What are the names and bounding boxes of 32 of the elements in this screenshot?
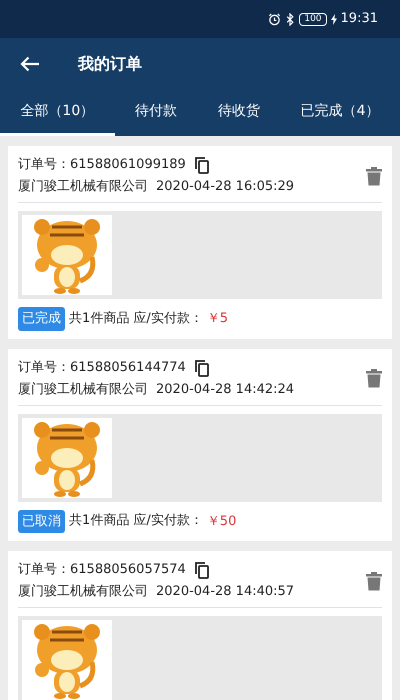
order-price: ￥5 xyxy=(206,310,228,328)
company-name: 厦门骏工机械有限公司 xyxy=(18,583,148,601)
copy-icon[interactable] xyxy=(194,358,210,376)
status-badge: 已取消 xyxy=(18,510,65,533)
order-summary: 共1件商品 应/实付款： xyxy=(69,512,203,530)
order-price: ￥50 xyxy=(206,512,236,530)
tab[interactable]: 全部（10） xyxy=(0,90,115,136)
trash-icon[interactable] xyxy=(366,369,382,388)
status-badge: 已完成 xyxy=(18,307,65,330)
copy-icon[interactable] xyxy=(194,156,210,174)
company-name: 厦门骏工机械有限公司 xyxy=(18,178,148,196)
order-number: 订单号：61588061099189 xyxy=(18,156,186,174)
page-title: 我的订单 xyxy=(78,53,142,75)
copy-icon[interactable] xyxy=(194,561,210,579)
order-time: 2020-04-28 14:42:24 xyxy=(156,380,294,398)
tab[interactable]: 待付款 xyxy=(114,90,198,136)
order-summary: 共1件商品 应/实付款： xyxy=(69,310,203,328)
back-icon[interactable] xyxy=(20,56,40,72)
order-time: 2020-04-28 14:40:57 xyxy=(156,583,294,601)
charging-icon xyxy=(330,14,337,24)
bluetooth-icon xyxy=(285,12,296,26)
company-name: 厦门骏工机械有限公司 xyxy=(18,380,148,398)
order-number: 订单号：61588056057574 xyxy=(18,561,186,579)
order-time: 2020-04-28 16:05:29 xyxy=(156,178,294,196)
time-text: 19:31 xyxy=(340,10,378,28)
trash-icon[interactable] xyxy=(366,572,382,590)
trash-icon[interactable] xyxy=(366,166,382,186)
tab[interactable]: 已完成（4） xyxy=(280,90,400,136)
tab[interactable]: 待收货 xyxy=(197,90,280,136)
battery-icon: 100 xyxy=(299,12,327,26)
alarm-icon xyxy=(268,12,282,26)
order-number: 订单号：61588056144774 xyxy=(18,358,186,376)
